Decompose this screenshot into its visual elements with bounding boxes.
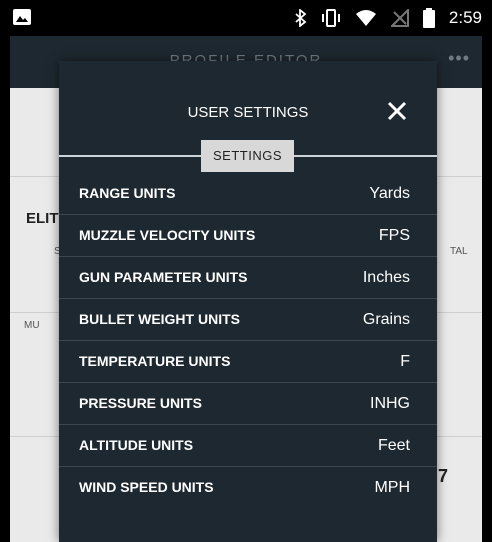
tab-settings[interactable]: SETTINGS [201, 140, 294, 172]
setting-value[interactable]: FPS [379, 227, 410, 245]
setting-row-pressure-units[interactable]: PRESSURE UNITS INHG [59, 383, 437, 425]
setting-row-bullet-weight-units[interactable]: BULLET WEIGHT UNITS Grains [59, 299, 437, 341]
background-label: MU [24, 320, 40, 331]
dialog-title: USER SETTINGS [187, 104, 309, 121]
setting-label: GUN PARAMETER UNITS [79, 269, 248, 285]
vibrate-icon [321, 9, 340, 27]
setting-row-temperature-units[interactable]: TEMPERATURE UNITS F [59, 341, 437, 383]
background-label: TAL [450, 246, 468, 257]
status-bar: 2:59 [0, 0, 492, 36]
setting-value[interactable]: Yards [369, 185, 410, 203]
setting-label: MUZZLE VELOCITY UNITS [79, 227, 256, 243]
setting-label: PRESSURE UNITS [79, 395, 202, 411]
setting-value[interactable]: F [400, 353, 410, 371]
setting-value[interactable]: Inches [363, 269, 410, 287]
user-settings-dialog: USER SETTINGS SETTINGS RANGE UNITS Yards… [59, 61, 437, 542]
setting-row-altitude-units[interactable]: ALTITUDE UNITS Feet [59, 425, 437, 467]
wifi-icon [355, 10, 376, 26]
more-options-icon[interactable]: ••• [448, 48, 470, 69]
setting-label: TEMPERATURE UNITS [79, 353, 231, 369]
profile-name-text: ELIT [26, 210, 59, 227]
close-icon[interactable] [385, 99, 409, 123]
setting-value[interactable]: INHG [370, 395, 410, 413]
setting-row-range-units[interactable]: RANGE UNITS Yards [59, 173, 437, 215]
setting-value[interactable]: MPH [374, 479, 410, 497]
battery-icon [422, 8, 435, 28]
clock: 2:59 [448, 8, 482, 27]
setting-label: ALTITUDE UNITS [79, 437, 194, 453]
bluetooth-icon [295, 9, 307, 27]
setting-label: WIND SPEED UNITS [79, 479, 214, 495]
setting-value[interactable]: Feet [378, 437, 410, 455]
setting-row-wind-speed-units[interactable]: WIND SPEED UNITS MPH [59, 467, 437, 509]
setting-label: RANGE UNITS [79, 185, 176, 201]
background-value: 7 [438, 466, 449, 486]
setting-row-muzzle-velocity-units[interactable]: MUZZLE VELOCITY UNITS FPS [59, 215, 437, 257]
no-sim-icon [390, 9, 409, 27]
setting-label: BULLET WEIGHT UNITS [79, 311, 240, 327]
image-notification-icon [13, 9, 31, 25]
setting-value[interactable]: Grains [363, 311, 410, 329]
setting-row-gun-parameter-units[interactable]: GUN PARAMETER UNITS Inches [59, 257, 437, 299]
